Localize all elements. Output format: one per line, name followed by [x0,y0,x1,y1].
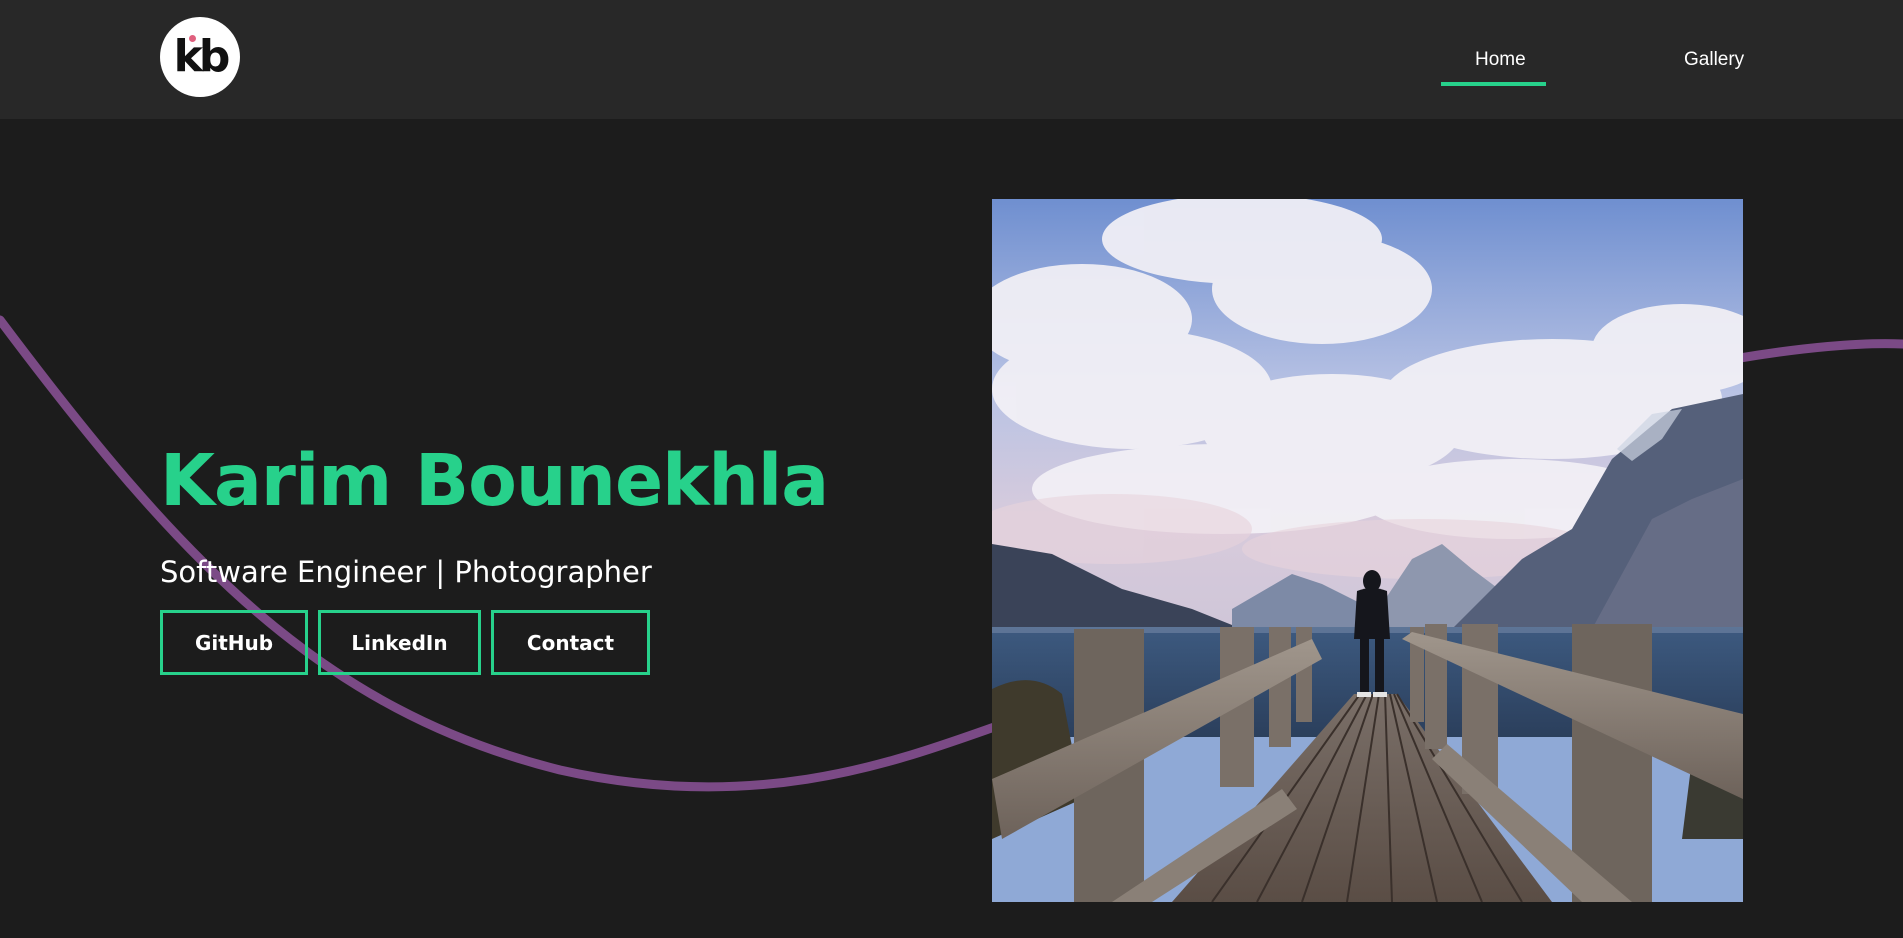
logo[interactable]: kb [160,17,240,97]
logo-accent-dot [189,35,196,42]
contact-button[interactable]: Contact [491,610,650,675]
site-header: kb Home Gallery [0,0,1903,119]
linkedin-button[interactable]: LinkedIn [318,610,481,675]
nav-active-indicator [1441,82,1546,86]
nav-home-link[interactable]: Home [1475,49,1526,71]
hero-photo [992,199,1743,902]
social-buttons: GitHub LinkedIn Contact [160,610,650,675]
nav-gallery-link[interactable]: Gallery [1684,49,1744,71]
landscape-photo-image [992,199,1743,902]
hero-subtitle: Software Engineer | Photographer [160,555,652,589]
hero-name: Karim Bounekhla [160,439,829,522]
github-button[interactable]: GitHub [160,610,308,675]
logo-text: kb [173,31,231,82]
